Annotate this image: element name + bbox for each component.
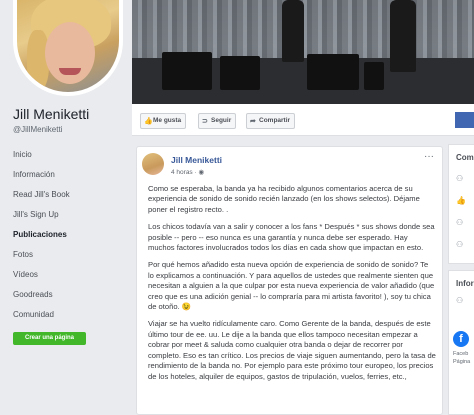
cover-speaker [162,52,212,90]
like-button[interactable]: 👍Me gusta [140,113,187,129]
community-box: Com ⚇ 👍 ⚇ ⚇ [448,144,474,264]
cover-performer [282,0,304,62]
page-name[interactable]: Jill Meniketti [13,106,89,122]
thumbs-up-icon: 👍 [144,118,153,125]
people-icon: ⚇ [456,240,464,249]
share-arrow-icon: ➦ [250,118,256,125]
people-icon: ⚇ [456,218,464,227]
people-icon: ⚇ [456,296,464,305]
left-sidebar: Jill Meniketti @JillMeniketti Inicio Inf… [0,0,132,415]
page-nav: Inicio Información Read Jill's Book Jill… [13,148,129,328]
rss-icon: ⊃ [202,118,208,125]
create-page-button[interactable]: Crear una página [13,332,86,345]
cover-speaker [364,62,384,90]
info-box: Infor ⚇ f Faceb Página [448,270,474,415]
primary-action-button[interactable] [455,112,474,128]
facebook-icon: f [453,331,469,347]
avatar-smile [59,68,81,75]
nav-item-informacion[interactable]: Información [13,168,129,188]
follow-button-label: Seguir [211,117,232,124]
post-time-text: 4 horas · [171,169,199,176]
share-button-label: Compartir [259,117,291,124]
page-handle[interactable]: @JillMeniketti [13,125,62,134]
nav-item-read-jills-book[interactable]: Read Jill's Book [13,188,129,208]
thumbs-up-icon: 👍 [456,196,466,205]
follow-button[interactable]: ⊃ Seguir [198,113,237,129]
post-timestamp[interactable]: 4 horas · ◉ [171,168,204,176]
info-title: Infor [456,279,474,288]
share-button[interactable]: ➦ Compartir [246,113,296,129]
people-icon: ⚇ [456,174,464,183]
post-paragraph: Como se esperaba, la banda ya ha recibid… [148,184,420,214]
post-text: Como se esperaba, la banda ya ha recibid… [148,184,436,389]
cover-speaker [307,54,359,90]
nav-item-publicaciones[interactable]: Publicaciones [13,228,129,248]
nav-item-goodreads[interactable]: Goodreads [13,288,129,308]
post-author-avatar[interactable] [142,153,164,175]
post-options-button[interactable]: ··· [424,151,434,162]
post-paragraph: Viajar se ha vuelto ridículamente caro. … [148,319,436,381]
cover-photo[interactable] [132,0,474,104]
nav-item-fotos[interactable]: Fotos [13,248,129,268]
nav-item-comunidad[interactable]: Comunidad [13,308,129,328]
community-title: Com [456,153,474,162]
cover-speaker [220,56,260,90]
cover-performer [390,0,416,72]
info-source-text: Faceb [453,351,469,357]
post-paragraph: Por qué hemos añadido esta nueva opción … [148,260,435,312]
post-card: Jill Meniketti 4 horas · ◉ ··· Como se e… [136,146,443,415]
like-button-label: Me gusta [153,117,182,124]
post-author-name[interactable]: Jill Meniketti [171,155,222,165]
post-paragraph: Los chicos todavía van a salir y conocer… [148,222,435,253]
nav-item-jills-sign-up[interactable]: Jill's Sign Up [13,208,129,228]
right-column: Com ⚇ 👍 ⚇ ⚇ Infor ⚇ f Faceb Página [448,136,474,415]
nav-item-videos[interactable]: Vídeos [13,268,129,288]
profile-avatar[interactable] [13,0,123,96]
globe-icon: ◉ [198,169,205,176]
info-source-text-2: Página [453,359,471,365]
nav-item-inicio[interactable]: Inicio [13,148,129,168]
page-actions-bar: 👍Me gusta ⊃ Seguir ➦ Compartir [132,104,474,136]
